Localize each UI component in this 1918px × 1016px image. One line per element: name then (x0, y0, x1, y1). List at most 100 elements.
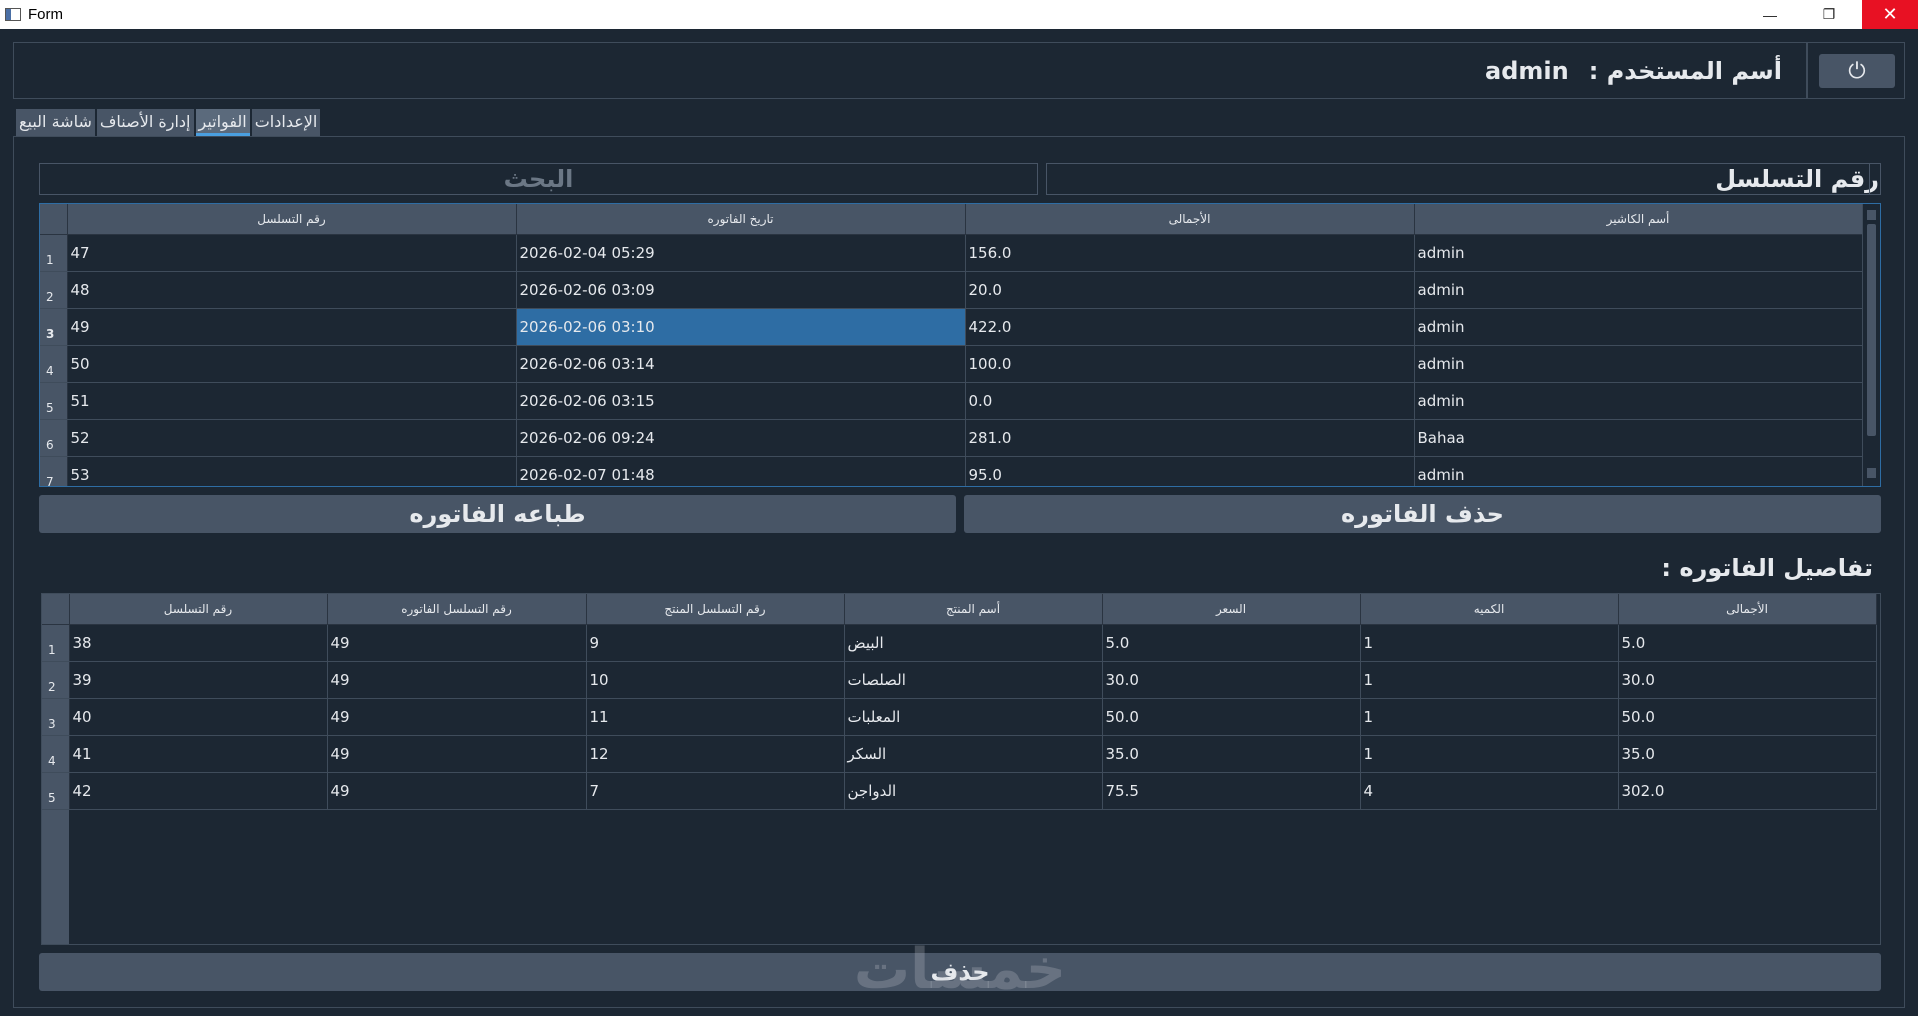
cell-quantity[interactable]: 4 (1360, 772, 1619, 810)
cell-date[interactable]: 2026-02-07 01:48 (516, 456, 966, 486)
row-number[interactable]: 1 (40, 234, 68, 272)
cell-total[interactable]: 0.0 (965, 382, 1415, 420)
invoices-table[interactable]: رقم التسلسل تاريخ الفاتوره الأجمالى أسم … (39, 203, 1881, 487)
table-row[interactable]: 3 40 49 11 المعلبات 50.0 1 50.0 (42, 698, 1877, 736)
cell-cashier[interactable]: admin (1414, 308, 1863, 346)
cell-quantity[interactable]: 1 (1360, 624, 1619, 662)
column-header[interactable]: الأجمالى (965, 204, 1415, 235)
cell-serial[interactable]: 42 (69, 772, 328, 810)
row-number[interactable]: 5 (42, 772, 70, 810)
cell-cashier[interactable]: admin (1414, 382, 1863, 420)
cell-price[interactable]: 35.0 (1102, 735, 1361, 773)
cell-product-serial[interactable]: 11 (586, 698, 845, 736)
cell-product-serial[interactable]: 7 (586, 772, 845, 810)
cell-product-serial[interactable]: 9 (586, 624, 845, 662)
cell-product-name[interactable]: البيض (844, 624, 1103, 662)
cell-quantity[interactable]: 1 (1360, 698, 1619, 736)
table-row[interactable]: 5 51 2026-02-06 03:15 0.0 admin (40, 382, 1863, 420)
cell-total[interactable]: 156.0 (965, 234, 1415, 272)
column-header[interactable]: رقم التسلسل الفاتوره (327, 594, 587, 625)
cell-cashier[interactable]: admin (1414, 345, 1863, 383)
row-number[interactable]: 4 (42, 735, 70, 773)
cell-date[interactable]: 2026-02-06 03:09 (516, 271, 966, 309)
cell-serial[interactable]: 48 (67, 271, 517, 309)
serial-search-field[interactable]: رقم التسلسل (1046, 163, 1881, 195)
table-row[interactable]: 3 49 2026-02-06 03:10 422.0 admin (40, 308, 1863, 346)
row-number[interactable]: 6 (40, 419, 68, 457)
cell-total[interactable]: 35.0 (1618, 735, 1877, 773)
tab-invoices[interactable]: الفواتير (195, 109, 250, 136)
table-row[interactable]: 4 50 2026-02-06 03:14 100.0 admin (40, 345, 1863, 383)
row-number[interactable]: 5 (40, 382, 68, 420)
cell-invoice-serial[interactable]: 49 (327, 624, 587, 662)
cell-date-selected[interactable]: 2026-02-06 03:10 (516, 308, 966, 346)
cell-date[interactable]: 2026-02-06 09:24 (516, 419, 966, 457)
cell-total[interactable]: 5.0 (1618, 624, 1877, 662)
column-header[interactable]: السعر (1102, 594, 1361, 625)
cell-total[interactable]: 95.0 (965, 456, 1415, 486)
table-corner[interactable] (42, 594, 70, 625)
search-input[interactable]: البحث (39, 163, 1038, 195)
tab-settings[interactable]: الإعدادات (251, 109, 321, 136)
cell-serial[interactable]: 41 (69, 735, 328, 773)
table-row[interactable]: 4 41 49 12 السكر 35.0 1 35.0 (42, 735, 1877, 773)
table-row[interactable]: 2 48 2026-02-06 03:09 20.0 admin (40, 271, 1863, 309)
invoice-details-table[interactable]: رقم التسلسل رقم التسلسل الفاتوره رقم الت… (41, 593, 1881, 945)
cell-serial[interactable]: 40 (69, 698, 328, 736)
delete-invoice-button[interactable]: حذف الفاتوره (964, 495, 1881, 533)
cell-invoice-serial[interactable]: 49 (327, 698, 587, 736)
column-header[interactable]: الأجمالى (1618, 594, 1877, 625)
scroll-down-arrow[interactable] (1867, 468, 1876, 478)
cell-serial[interactable]: 53 (67, 456, 517, 486)
column-header[interactable]: رقم التسلسل المنتج (586, 594, 845, 625)
cell-total[interactable]: 30.0 (1618, 661, 1877, 699)
cell-product-name[interactable]: الصلصات (844, 661, 1103, 699)
cell-total[interactable]: 50.0 (1618, 698, 1877, 736)
cell-invoice-serial[interactable]: 49 (327, 772, 587, 810)
cell-quantity[interactable]: 1 (1360, 735, 1619, 773)
cell-product-serial[interactable]: 12 (586, 735, 845, 773)
table-row[interactable]: 5 42 49 7 الدواجن 75.5 4 302.0 (42, 772, 1877, 810)
cell-price[interactable]: 5.0 (1102, 624, 1361, 662)
tab-items-management[interactable]: إدارة الأصناف (96, 109, 194, 136)
column-header[interactable]: رقم التسلسل (67, 204, 517, 235)
cell-total[interactable]: 422.0 (965, 308, 1415, 346)
cell-price[interactable]: 50.0 (1102, 698, 1361, 736)
cell-total[interactable]: 100.0 (965, 345, 1415, 383)
row-number[interactable]: 1 (42, 624, 70, 662)
cell-cashier[interactable]: admin (1414, 271, 1863, 309)
row-number[interactable]: 3 (40, 308, 68, 346)
delete-button[interactable]: حذف (39, 953, 1881, 991)
table-row[interactable]: 1 47 2026-02-04 05:29 156.0 admin (40, 234, 1863, 272)
column-header[interactable]: أسم الكاشير (1414, 204, 1863, 235)
row-number[interactable]: 4 (40, 345, 68, 383)
row-number[interactable]: 7 (40, 456, 68, 486)
column-header[interactable]: أسم المنتج (844, 594, 1103, 625)
column-header[interactable]: رقم التسلسل (69, 594, 328, 625)
cell-serial[interactable]: 51 (67, 382, 517, 420)
cell-cashier[interactable]: admin (1414, 456, 1863, 486)
cell-serial[interactable]: 49 (67, 308, 517, 346)
cell-date[interactable]: 2026-02-04 05:29 (516, 234, 966, 272)
tab-sales-screen[interactable]: شاشة البيع (16, 109, 95, 136)
cell-quantity[interactable]: 1 (1360, 661, 1619, 699)
maximize-button[interactable]: ❐ (1806, 0, 1852, 29)
cell-serial[interactable]: 39 (69, 661, 328, 699)
vertical-scrollbar[interactable] (1862, 204, 1880, 486)
table-row[interactable]: 7 53 2026-02-07 01:48 95.0 admin (40, 456, 1863, 486)
cell-date[interactable]: 2026-02-06 03:15 (516, 382, 966, 420)
cell-serial[interactable]: 50 (67, 345, 517, 383)
scroll-up-arrow[interactable] (1867, 210, 1876, 220)
table-row[interactable]: 6 52 2026-02-06 09:24 281.0 Bahaa (40, 419, 1863, 457)
print-invoice-button[interactable]: طباعه الفاتوره (39, 495, 956, 533)
column-header[interactable]: تاريخ الفاتوره (516, 204, 966, 235)
logout-button[interactable]: ⏻ (1819, 54, 1895, 88)
minimize-button[interactable]: — (1747, 0, 1793, 29)
table-row[interactable]: 2 39 49 10 الصلصات 30.0 1 30.0 (42, 661, 1877, 699)
table-corner[interactable] (40, 204, 68, 235)
cell-cashier[interactable]: Bahaa (1414, 419, 1863, 457)
column-header[interactable]: الكميه (1360, 594, 1619, 625)
row-number[interactable]: 2 (42, 661, 70, 699)
cell-product-name[interactable]: السكر (844, 735, 1103, 773)
cell-product-name[interactable]: الدواجن (844, 772, 1103, 810)
